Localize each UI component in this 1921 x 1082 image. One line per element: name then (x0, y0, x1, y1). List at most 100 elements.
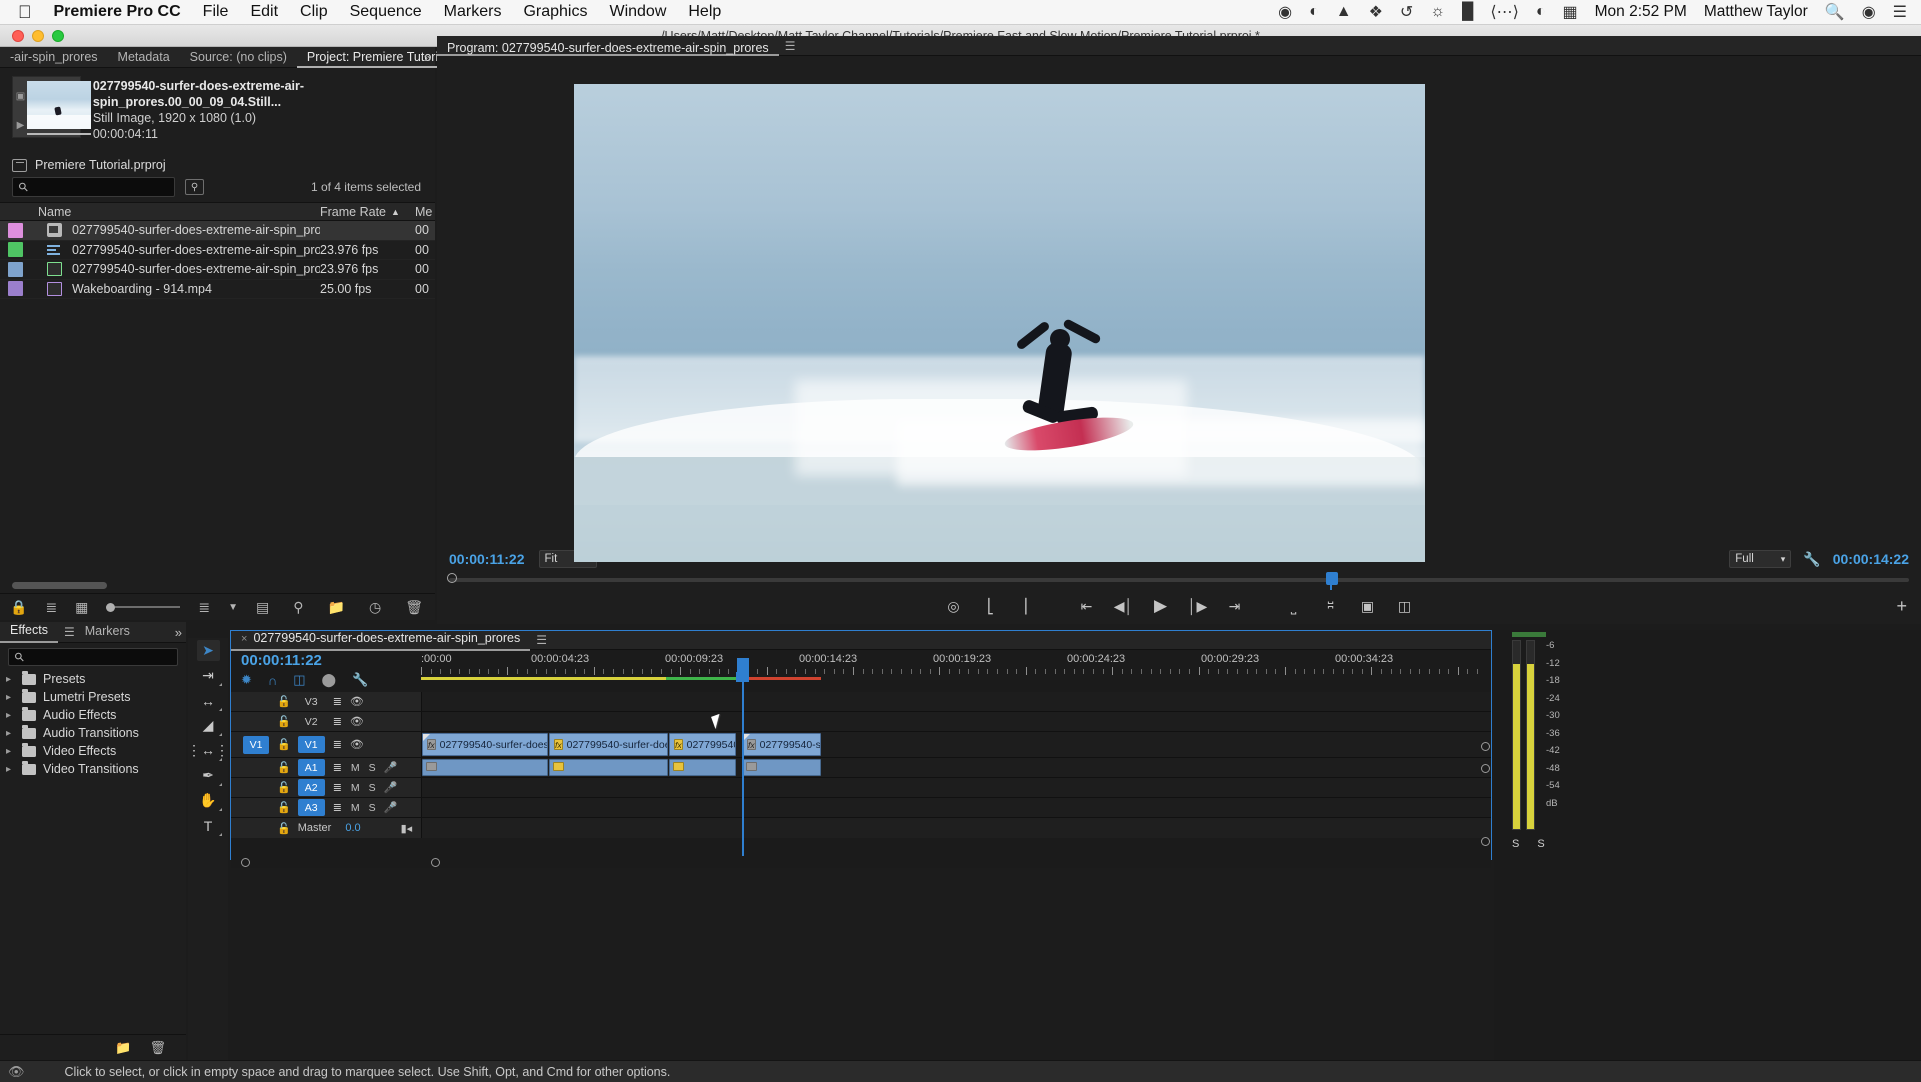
source-patch-v2[interactable] (243, 713, 269, 731)
program-scrub-bar[interactable] (437, 570, 1921, 590)
list-item[interactable]: ▸ Lumetri Presets (0, 688, 186, 706)
button-editor-plus-icon[interactable]: + (1896, 596, 1907, 617)
search-input[interactable]: ⚲ (12, 177, 175, 197)
icon-view-icon[interactable]: ▦ (75, 599, 88, 616)
timeline-clip[interactable]: fx 027799540- (669, 733, 736, 756)
menu-edit[interactable]: Edit (250, 3, 278, 21)
track-name-v3[interactable]: V3 (298, 693, 325, 710)
play-icon[interactable]: ▶ (17, 120, 25, 131)
chevron-double-right-icon[interactable]: » (175, 625, 182, 640)
list-icon[interactable]: ☰ (1893, 2, 1907, 22)
menu-graphics[interactable]: Graphics (523, 3, 587, 21)
mark-out-icon[interactable]: ⎢ (1017, 596, 1039, 616)
selection-tool[interactable]: ➤ (188, 638, 228, 663)
track-header-a2[interactable]: 🔓 A2 ≣ M S 🎤 (231, 778, 421, 797)
timeline-clip[interactable]: fx 027799540-surfer-does-extre (422, 733, 548, 756)
source-patch-v3[interactable] (243, 693, 269, 711)
menu-help[interactable]: Help (688, 3, 721, 21)
audio-meters-inner[interactable]: -6 -12 -18 -24 -30 -36 -42 -48 -54 dB S … (1494, 630, 1921, 855)
timeline-ruler[interactable]: :00:00 00:00:04:23 00:00:09:23 00:00:14:… (421, 650, 1491, 692)
track-header-v2[interactable]: 🔓 V2 ≣ 👁 (231, 712, 421, 731)
apple-logo-icon[interactable]:  (18, 3, 32, 21)
solo-button-a2[interactable]: S (369, 782, 376, 794)
new-custom-bin-icon[interactable]: 📁 (115, 1040, 131, 1056)
adobe-icon[interactable]: ❖ (1369, 2, 1383, 22)
track-header-a1[interactable]: 🔓 A1 ≣ M S 🎤 (231, 758, 421, 777)
timeline-audio-clip[interactable] (549, 759, 668, 776)
eye-icon[interactable]: 👁 (350, 715, 364, 728)
code-icon[interactable]: ⟨⋯⟩ (1490, 2, 1518, 22)
user-name[interactable]: Matthew Taylor (1704, 3, 1808, 21)
eye-icon[interactable]: 👁 (350, 738, 364, 751)
timeline-scroll-right-handle[interactable] (431, 858, 440, 867)
timeline-display-settings-icon[interactable]: 🔧 (352, 672, 368, 688)
meter-icon[interactable]: ▮◂ (401, 822, 413, 835)
track-header-v1[interactable]: V1 🔓 V1 ≣ 👁 (231, 732, 421, 757)
slip-tool[interactable]: ⋮↔⋮ (187, 738, 229, 763)
track-name-a1[interactable]: A1 (297, 759, 325, 776)
malwarebytes-icon[interactable]: ▲ (1336, 3, 1352, 21)
chevron-right-icon[interactable]: ▸ (6, 674, 15, 685)
chevron-right-icon[interactable]: ▸ (6, 728, 15, 739)
tab-air-spin-prores[interactable]: -air-spin_prores (0, 47, 108, 68)
linked-selection-icon[interactable]: ◫ (293, 672, 305, 688)
mute-button-a1[interactable]: M (351, 762, 360, 774)
lock-icon[interactable]: 🔓 (277, 761, 291, 774)
timeline-vertical-scroll-a1[interactable] (1481, 764, 1490, 773)
export-frame-icon[interactable]: ▣ (1357, 596, 1379, 616)
timeline-clip[interactable]: fx 027799540-surfer-does-extr (549, 733, 668, 756)
timeline-clip[interactable]: fx 027799540-surf (742, 733, 821, 756)
settings-wrench-icon[interactable]: 🔧 (1803, 551, 1820, 568)
clock[interactable]: Mon 2:52 PM (1595, 3, 1687, 21)
scrub-left-handle[interactable] (447, 573, 457, 583)
sync-lock-icon[interactable]: ≣ (333, 761, 342, 774)
work-area-bar-green[interactable] (666, 677, 736, 680)
track-header-master[interactable]: 🔓 Master 0.0 ▮◂ (231, 818, 421, 838)
playback-quality-select[interactable]: Full ▾ (1729, 550, 1792, 568)
add-marker-icon[interactable]: ◎ (943, 596, 965, 616)
list-item[interactable]: ▸ Presets (0, 670, 186, 688)
lift-icon[interactable]: ⎵ (1283, 596, 1305, 616)
program-playhead[interactable] (1326, 572, 1338, 590)
add-marker-icon[interactable]: ⬤ (322, 672, 337, 688)
menu-clip[interactable]: Clip (300, 3, 328, 21)
snap-magnet-icon[interactable]: ∩ (268, 673, 277, 688)
lock-icon[interactable]: 🔒 (10, 599, 27, 616)
program-current-timecode[interactable]: 00:00:11:22 (449, 551, 525, 567)
sync-lock-icon[interactable]: ≣ (333, 738, 342, 751)
timeline-scroll-left-handle[interactable] (241, 858, 250, 867)
tab-source[interactable]: Source: (no clips) (180, 47, 297, 68)
solo-button-a3[interactable]: S (369, 802, 376, 814)
chevron-double-right-icon[interactable]: » (424, 50, 431, 65)
program-duration-timecode[interactable]: 00:00:14:22 (1833, 551, 1909, 567)
lock-icon[interactable]: 🔓 (277, 781, 291, 794)
chevron-right-icon[interactable]: ▸ (6, 710, 15, 721)
master-level-value[interactable]: 0.0 (345, 822, 360, 834)
mic-icon[interactable]: 🎤 (384, 781, 398, 794)
close-icon[interactable]: × (241, 633, 247, 645)
timeline-playhead[interactable] (737, 658, 749, 856)
sync-lock-icon[interactable]: ≣ (333, 781, 342, 794)
solo-button-right[interactable]: S (1537, 838, 1544, 850)
go-to-out-icon[interactable]: ⇥ (1224, 596, 1246, 616)
hand-tool[interactable]: ✋ (188, 788, 228, 813)
list-view-icon[interactable]: ≣ (45, 599, 57, 616)
battery-icon[interactable]: █ (1462, 3, 1473, 21)
search-icon[interactable]: 🔍 (1825, 2, 1845, 22)
table-row[interactable]: 027799540-surfer-does-extreme-air-spin_p… (0, 260, 435, 280)
track-name-v1[interactable]: V1 (297, 736, 325, 753)
track-name-a2[interactable]: A2 (297, 779, 325, 796)
lock-icon[interactable]: 🔓 (277, 715, 291, 728)
freeform-view-icon[interactable]: ▤ (256, 599, 269, 616)
ruler-playhead-head[interactable] (736, 672, 749, 682)
menu-markers[interactable]: Markers (444, 3, 502, 21)
timeline-scroll-row[interactable] (231, 856, 1491, 868)
sync-lock-icon[interactable]: ≣ (333, 695, 342, 708)
source-patch-a3[interactable] (243, 799, 269, 817)
timemachine-icon[interactable]: ↺ (1400, 2, 1413, 22)
sync-lock-icon[interactable]: ≣ (333, 801, 342, 814)
table-row[interactable]: 027799540-surfer-does-extreme-air-spin_p… (0, 221, 435, 241)
zoom-slider[interactable] (106, 602, 181, 612)
sequence-settings-icon[interactable]: ✹ (241, 672, 252, 688)
chevron-right-icon[interactable]: ▸ (6, 692, 15, 703)
